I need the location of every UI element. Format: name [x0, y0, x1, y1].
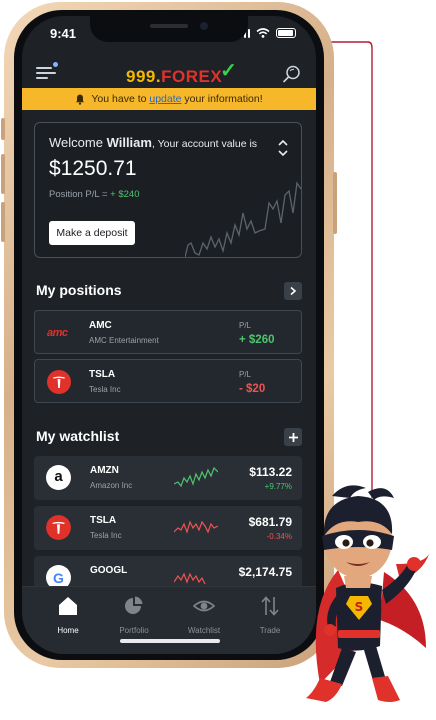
- tab-label: Portfolio: [119, 626, 149, 635]
- phone-side-button: [1, 154, 5, 194]
- pl-value: + $240: [110, 189, 140, 200]
- user-name: William: [106, 135, 152, 150]
- amc-logo-text: amc: [47, 327, 68, 339]
- trend-sparkline: [174, 466, 218, 488]
- home-indicator: [120, 639, 220, 643]
- tab-label: Watchlist: [187, 626, 221, 635]
- pl-label: Position P/L =: [49, 189, 111, 200]
- superhero-mascot-illustration: S: [306, 485, 430, 702]
- pie-chart-icon: [125, 596, 143, 614]
- speaker-grille: [150, 24, 188, 28]
- alert-text: You have to update your information!: [91, 93, 262, 105]
- expand-chevrons-icon[interactable]: [277, 137, 289, 159]
- tesla-logo: [46, 515, 71, 540]
- notification-dot: [53, 62, 58, 67]
- amc-logo: amc: [47, 321, 71, 345]
- position-pl-value: - $20: [239, 383, 266, 395]
- positions-title: My positions: [36, 282, 122, 298]
- position-pl-value: + $260: [239, 334, 275, 346]
- alert-prefix: You have to: [91, 93, 150, 105]
- watchlist-add-button[interactable]: [284, 428, 302, 446]
- logo-brand: FOREX: [161, 67, 223, 86]
- chevron-right-icon: [290, 286, 297, 296]
- tab-portfolio[interactable]: Portfolio: [104, 595, 164, 635]
- tab-watchlist[interactable]: Watchlist: [174, 595, 234, 635]
- position-row[interactable]: amc AMC AMC Entertainment P/L + $260: [34, 310, 302, 354]
- watch-ticker: TSLA: [90, 515, 117, 526]
- menu-icon[interactable]: [36, 62, 58, 80]
- wifi-icon: [256, 28, 270, 38]
- home-icon: [59, 597, 77, 615]
- positions-more-button[interactable]: [284, 282, 302, 300]
- app-header: 999.FOREX✓: [22, 56, 316, 90]
- tesla-logo: [47, 370, 71, 394]
- app-screen: 9:41 999.FOREX✓ You have to update your …: [22, 16, 316, 654]
- svg-text:S: S: [355, 600, 364, 614]
- amazon-logo: a: [46, 465, 71, 490]
- position-pl-label: P/L: [239, 321, 252, 330]
- position-pl: Position P/L = + $240: [49, 189, 140, 200]
- battery-icon: [276, 28, 296, 38]
- watchlist-row[interactable]: TSLA Tesla Inc $681.79 -0.34%: [34, 506, 302, 550]
- bottom-tab-bar: Home Portfolio Watchlist Trade: [22, 586, 316, 654]
- phone-notch: [90, 16, 248, 42]
- front-camera: [200, 22, 208, 30]
- welcome-suffix: , Your account value is: [151, 138, 258, 150]
- trend-sparkline: [174, 520, 218, 534]
- logo-number: 999.: [126, 67, 162, 86]
- watch-name: Tesla Inc: [90, 531, 122, 540]
- tab-home[interactable]: Home: [38, 595, 98, 635]
- status-time: 9:41: [50, 26, 77, 41]
- watchlist-row[interactable]: a AMZN Amazon Inc $113.22 +9.77%: [34, 456, 302, 500]
- logo-check: ✓: [220, 60, 238, 82]
- stage: 9:41 999.FOREX✓ You have to update your …: [0, 0, 436, 720]
- welcome-text: Welcome William, Your account value is: [49, 135, 257, 150]
- update-link[interactable]: update: [149, 93, 181, 105]
- phone-side-button: [1, 118, 5, 140]
- search-icon[interactable]: [282, 64, 302, 84]
- tab-label: Home: [57, 626, 79, 635]
- watch-ticker: AMZN: [90, 465, 119, 476]
- make-deposit-button[interactable]: Make a deposit: [49, 221, 135, 245]
- position-pl-label: P/L: [239, 370, 252, 379]
- account-value: $1250.71: [49, 157, 137, 180]
- update-alert-banner: You have to update your information!: [22, 88, 316, 110]
- bell-icon: [76, 94, 85, 105]
- phone-side-button: [1, 202, 5, 242]
- position-name: Tesla Inc: [89, 385, 121, 394]
- plus-icon: [288, 432, 298, 442]
- account-summary-card: Welcome William, Your account value is $…: [34, 122, 302, 258]
- app-logo: 999.FOREX✓: [126, 60, 238, 88]
- watch-ticker: GOOGL: [90, 565, 128, 576]
- watch-price: $113.22: [249, 465, 292, 479]
- watchlist-title: My watchlist: [36, 428, 120, 444]
- amazon-logo-letter: a: [54, 467, 63, 485]
- welcome-prefix: Welcome: [49, 135, 107, 150]
- account-value-sparkline: [185, 181, 301, 257]
- position-ticker: AMC: [89, 320, 112, 331]
- phone-side-button: [333, 172, 337, 234]
- position-name: AMC Entertainment: [89, 336, 159, 345]
- position-ticker: TSLA: [89, 369, 116, 380]
- watch-name: Amazon Inc: [90, 481, 133, 490]
- position-row[interactable]: TSLA Tesla Inc P/L - $20: [34, 359, 302, 403]
- eye-icon: [192, 600, 216, 612]
- google-logo-letter: G: [53, 569, 64, 586]
- alert-suffix: your information!: [181, 93, 263, 105]
